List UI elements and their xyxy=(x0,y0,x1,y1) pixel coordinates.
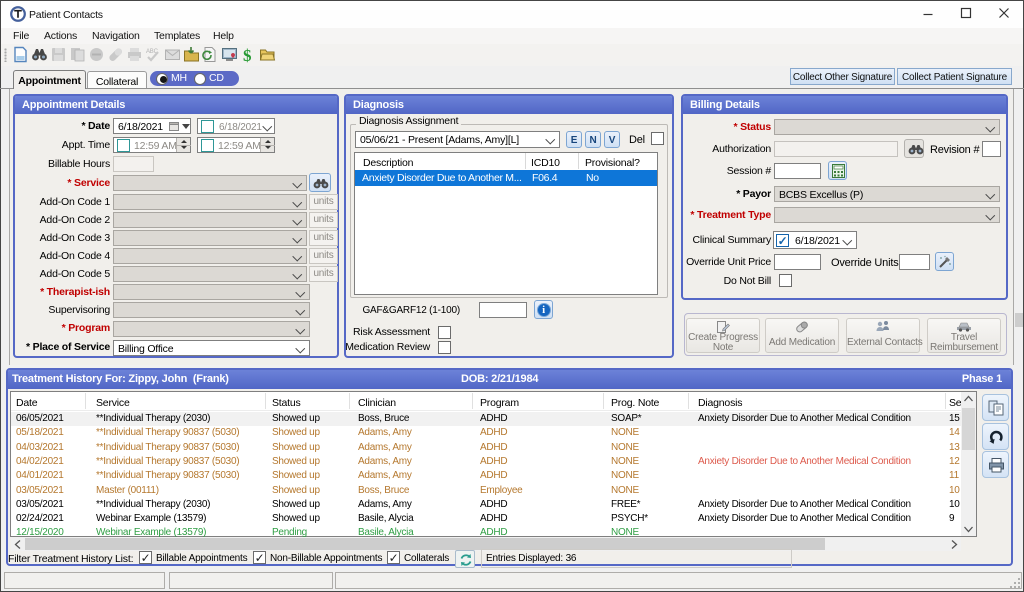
svg-text:$: $ xyxy=(243,46,252,63)
